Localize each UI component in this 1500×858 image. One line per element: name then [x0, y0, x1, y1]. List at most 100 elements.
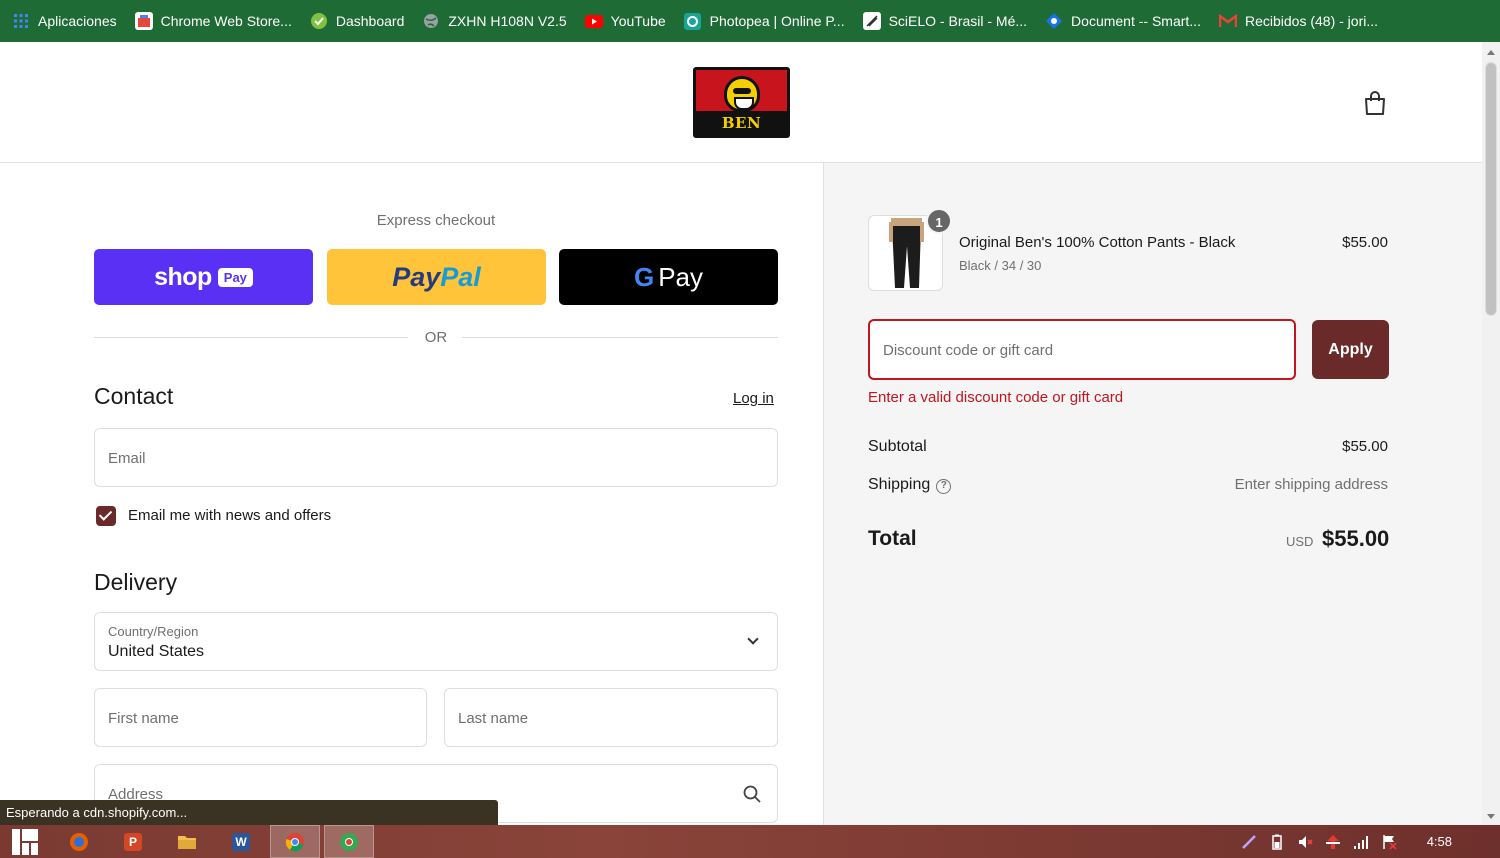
chrome-web-store-icon	[134, 12, 153, 30]
gorilla-logo-icon	[724, 76, 760, 112]
chrome-app-2[interactable]	[324, 825, 374, 858]
shipping-row: Shipping?	[868, 476, 952, 494]
bookmark-label: Recibidos (48) - jori...	[1244, 13, 1379, 29]
bookmark-chrome-web-store[interactable]: Chrome Web Store...	[134, 12, 292, 30]
contact-heading: Contact	[94, 383, 174, 409]
bookmark-label: ZXHN H108N V2.5	[448, 13, 567, 29]
bookmark-dashboard[interactable]: Dashboard	[310, 12, 405, 30]
express-checkout-title: Express checkout	[376, 212, 496, 229]
bookmark-smart-document[interactable]: Document -- Smart...	[1045, 12, 1201, 30]
dashboard-check-icon	[310, 12, 328, 30]
bookmark-scielo[interactable]: SciELO - Brasil - Mé...	[862, 12, 1028, 30]
pen-icon[interactable]	[1241, 834, 1257, 850]
subtotal-label: Subtotal	[868, 438, 927, 455]
bookmark-apps[interactable]: Aplicaciones	[12, 12, 117, 30]
action-center-flag-icon[interactable]	[1381, 834, 1397, 850]
bookmark-label: SciELO - Brasil - Mé...	[888, 13, 1028, 29]
or-divider-left	[94, 337, 408, 338]
shop-pay-button[interactable]: shop Pay	[94, 249, 313, 305]
newsletter-checkbox[interactable]	[96, 506, 116, 526]
country-value: United States	[108, 643, 205, 660]
powerpoint-icon: P	[124, 832, 142, 851]
or-divider-text: OR	[424, 329, 448, 346]
start-button[interactable]	[0, 825, 50, 858]
bookmark-label: Dashboard	[335, 13, 405, 29]
discount-code-field[interactable]: Discount code or gift card	[868, 319, 1296, 380]
word-app[interactable]: W	[216, 825, 266, 858]
country-select[interactable]: Country/Region United States	[94, 612, 778, 671]
chrome-icon	[285, 832, 304, 851]
apply-button[interactable]: Apply	[1312, 320, 1389, 379]
shopping-bag-icon[interactable]	[1363, 90, 1387, 116]
email-placeholder: Email	[108, 450, 146, 467]
bookmarks-bar: Aplicaciones Chrome Web Store... Dashboa…	[0, 0, 1500, 42]
search-icon[interactable]	[743, 785, 761, 803]
total-value: $55.00	[1322, 526, 1390, 551]
page-scrollbar[interactable]	[1482, 42, 1500, 825]
chrome-app[interactable]	[270, 825, 320, 858]
file-explorer-app[interactable]	[162, 825, 212, 858]
folder-icon	[178, 835, 196, 849]
google-pay-label: Pay	[658, 261, 704, 292]
shop-pay-pill: Pay	[217, 267, 253, 287]
shop-pay-label: shop	[154, 262, 212, 291]
powerpoint-app[interactable]: P	[108, 825, 158, 858]
bookmark-label: Document -- Smart...	[1071, 13, 1201, 29]
bookmark-label: Aplicaciones	[38, 13, 117, 29]
product-variant: Black / 34 / 30	[959, 258, 1042, 273]
last-name-placeholder: Last name	[458, 710, 529, 727]
product-price: $55.00	[1342, 234, 1388, 251]
bookmark-label: YouTube	[610, 13, 666, 29]
last-name-field[interactable]: Last name	[444, 688, 778, 747]
gmail-icon	[1218, 12, 1237, 30]
smart-document-icon	[1045, 12, 1063, 30]
product-name: Original Ben's 100% Cotton Pants - Black	[959, 234, 1236, 251]
help-circle-icon[interactable]: ?	[936, 479, 952, 494]
delivery-heading: Delivery	[94, 569, 178, 595]
country-label: Country/Region	[108, 624, 199, 639]
scroll-up-icon[interactable]	[1487, 50, 1495, 55]
shipping-value: Enter shipping address	[1234, 476, 1388, 493]
chrome-icon-2	[340, 832, 358, 851]
firefox-icon	[70, 832, 88, 851]
google-g-icon: G	[633, 261, 655, 292]
discount-placeholder: Discount code or gift card	[883, 342, 1054, 359]
wifi-signal-icon[interactable]	[1353, 834, 1369, 850]
google-pay-button[interactable]: G Pay	[559, 249, 778, 305]
browser-status-bar: Esperando a cdn.shopify.com...	[0, 800, 498, 825]
first-name-field[interactable]: First name	[94, 688, 427, 747]
apps-grid-icon	[12, 12, 30, 30]
firefox-app[interactable]	[54, 825, 104, 858]
quantity-badge: 1	[926, 208, 952, 234]
total-currency: USD	[1286, 534, 1314, 549]
bookmark-youtube[interactable]: YouTube	[584, 12, 666, 30]
first-name-placeholder: First name	[108, 710, 179, 727]
email-field[interactable]: Email	[94, 428, 778, 487]
bookmark-photopea[interactable]: Photopea | Online P...	[684, 12, 845, 30]
paypal-label-a: Pay	[392, 261, 441, 292]
discount-error-message: Enter a valid discount code or gift card	[868, 389, 1124, 406]
or-divider-right	[462, 337, 778, 338]
volume-muted-icon[interactable]	[1297, 834, 1313, 850]
bookmark-router[interactable]: ZXHN H108N V2.5	[422, 12, 567, 30]
bookmark-gmail[interactable]: Recibidos (48) - jori...	[1218, 12, 1379, 30]
bookmark-label: Photopea | Online P...	[709, 13, 845, 29]
paypal-button[interactable]: Pay Pal	[327, 249, 546, 305]
network-arrows-icon[interactable]	[1325, 834, 1341, 850]
scrollbar-thumb[interactable]	[1485, 62, 1497, 316]
start-icon	[12, 828, 38, 855]
logo-text: BEN DAVIS	[696, 111, 787, 135]
store-header: BEN DAVIS	[0, 42, 1482, 163]
taskbar-clock[interactable]: 4:58	[1427, 834, 1452, 849]
battery-icon[interactable]	[1269, 834, 1285, 850]
total-label: Total	[868, 527, 917, 550]
shipping-label: Shipping	[868, 476, 931, 493]
newsletter-label[interactable]: Email me with news and offers	[128, 507, 331, 524]
subtotal-value: $55.00	[1342, 438, 1388, 455]
paypal-label-b: Pal	[440, 261, 481, 292]
ben-davis-logo[interactable]: BEN DAVIS	[693, 67, 790, 138]
globe-icon	[422, 12, 440, 30]
log-in-link[interactable]: Log in	[733, 390, 774, 407]
chevron-down-icon	[747, 633, 759, 645]
scroll-down-icon[interactable]	[1487, 814, 1495, 819]
